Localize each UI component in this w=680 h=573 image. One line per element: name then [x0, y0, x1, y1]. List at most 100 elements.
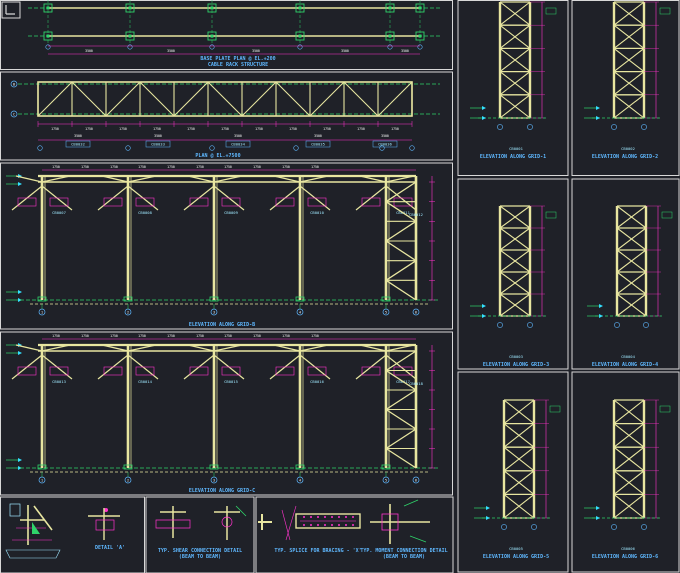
dim-plan-span: 1750: [51, 127, 59, 131]
dim-plan-bay: 3500: [381, 134, 389, 138]
typ-shear-detail: TYP. SHEAR CONNECTION DETAIL (BEAM TO BE…: [155, 505, 247, 560]
member-tag: CB0009: [224, 210, 238, 215]
elevation-grid-c: 1750 1750 1750 1750 1750 1750 1750 1750 1750 1750…: [6, 334, 440, 484]
dim-elev-span: 1750: [196, 334, 204, 338]
callout-box: [103, 366, 123, 376]
title-detail-a: DETAIL 'A': [95, 545, 125, 551]
plan-diagonal: [139, 81, 175, 117]
level-arrow: [18, 351, 22, 355]
grid-bubble: [641, 524, 647, 530]
level-arrow: [596, 516, 600, 520]
grid-label: 5: [385, 310, 387, 314]
member-tag: CB0016: [310, 379, 324, 384]
dim-plan-span: 1750: [357, 127, 365, 131]
grid-label: 2: [127, 478, 129, 482]
dim-elev-span: 1750: [224, 334, 232, 338]
callout-box: [361, 197, 381, 207]
splice-bolt: [310, 516, 312, 518]
dim-plan-span: 1750: [85, 127, 93, 131]
ucs-icon[interactable]: [1, 1, 21, 19]
tower-brace: [385, 389, 417, 411]
side-elevations: [470, 1, 673, 530]
plan-diagonal: [105, 81, 141, 117]
level-arrow: [596, 116, 600, 120]
tower-brace: [385, 408, 417, 430]
elevation-grid-b: 1750 1750 1750 1750 1750 1750 1750 1750 1750 1750…: [6, 165, 440, 316]
dim-elev-span: 1750: [81, 165, 89, 169]
grid-label: 4: [299, 310, 301, 314]
typ-splice-moment: TYP. SPLICE FOR BRACING - 'X' TYP. MOMEN…: [258, 499, 448, 560]
plan-diagonal: [207, 81, 243, 117]
dim-base-span: 3500: [401, 49, 409, 53]
grid-label: 6: [415, 310, 417, 314]
title-elev-b: ELEVATION ALONG GRID-B: [189, 322, 255, 328]
tower-brace: [385, 260, 417, 281]
cad-drawing-sheet: 3500 3500 3500 3500 3500 BASE PLATE PLAN @ E…: [0, 0, 680, 573]
grid-bubble: [409, 145, 415, 151]
dim-elev-span: 1750: [167, 334, 175, 338]
title-typ-splice: TYP. SPLICE FOR BRACING - 'X': [274, 548, 361, 554]
callout-box: [361, 366, 381, 376]
member-tag: CB0013: [52, 379, 66, 384]
plan-diagonal: [241, 81, 277, 117]
level-arrow: [18, 458, 22, 462]
level-arrow: [482, 304, 486, 308]
dim-elev-span: 1750: [138, 334, 146, 338]
plan-diagonal: [275, 81, 311, 117]
bay-tag: CB0033: [151, 142, 165, 147]
tag-box: [659, 7, 671, 15]
dim-plan-span: 1750: [119, 127, 127, 131]
splice-bolt: [345, 516, 347, 518]
grid-bubble: [497, 322, 503, 328]
dim-elev-span: 1750: [253, 334, 261, 338]
grid-bubble: [527, 322, 533, 328]
grid-label: 3: [213, 478, 215, 482]
level-arrow: [482, 106, 486, 110]
callout-box: [189, 366, 209, 376]
callout-box: [103, 197, 123, 207]
grid-bubble: [293, 145, 299, 151]
grid-bubble: [501, 524, 507, 530]
tower-brace: [385, 220, 417, 242]
frame-elev-4: [571, 178, 680, 370]
dim-base-span: 3500: [252, 49, 260, 53]
level-arrow: [596, 106, 600, 110]
dim-plan-span: 1750: [391, 127, 399, 131]
callout-box: [17, 197, 37, 207]
dim-elev-span: 1750: [311, 165, 319, 169]
dim-elev-span: 1750: [253, 165, 261, 169]
grid-bubble: [417, 44, 423, 50]
dim-elev-span: 1750: [52, 165, 60, 169]
tag-box: [659, 405, 671, 413]
callout-box: [275, 366, 295, 376]
tower-brace: [385, 240, 417, 262]
plan-diagonal: [377, 81, 413, 117]
callout-box: [17, 366, 37, 376]
tag-elev-1: CB0001: [509, 146, 523, 151]
splice-bolt: [324, 524, 326, 526]
plan-el-7500: B C 1750 1750 1750 1750 1750 1750 1750 1750 1750…: [10, 80, 440, 159]
dim-base-span: 3500: [85, 49, 93, 53]
splice-bolt: [331, 516, 333, 518]
level-arrow: [482, 314, 486, 318]
grid-bubble: [643, 322, 649, 328]
level-arrow: [596, 506, 600, 510]
splice-bolt: [352, 516, 354, 518]
dim-elev-span: 1750: [196, 165, 204, 169]
tag-box: [549, 405, 561, 413]
grid-label: 1: [41, 310, 43, 314]
detail-a: DETAIL 'A': [5, 503, 125, 559]
grid-label: 1: [41, 478, 43, 482]
title-elev-1: ELEVATION ALONG GRID-1: [480, 154, 546, 160]
tag-box: [661, 211, 673, 219]
grid-bubble: [387, 44, 393, 50]
frame-elev-5: [457, 371, 569, 573]
dim-plan-bay: 3500: [74, 134, 82, 138]
tower-brace: [385, 428, 417, 450]
member-tag: CB0012: [409, 212, 423, 217]
level-arrow: [599, 314, 603, 318]
grid-bubble: [37, 145, 43, 151]
splice-bolt: [324, 516, 326, 518]
title-elev-2: ELEVATION ALONG GRID-2: [592, 154, 658, 160]
plan-diagonal: [71, 81, 107, 117]
